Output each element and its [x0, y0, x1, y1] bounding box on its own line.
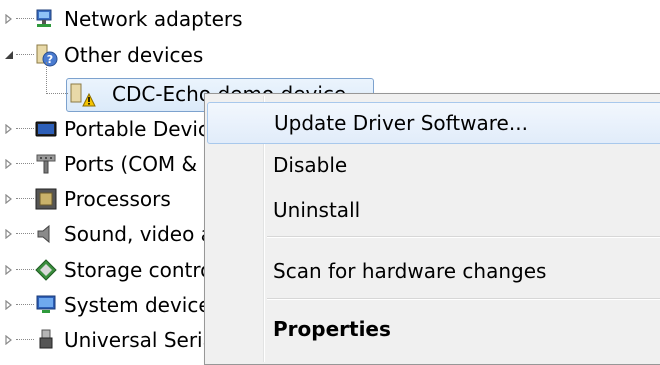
menu-item-scan-for-hardware-changes[interactable]: Scan for hardware changes: [207, 250, 660, 292]
tree-connector: [16, 18, 34, 20]
collapse-arrow-icon[interactable]: [4, 50, 14, 60]
tree-item-network-adapters[interactable]: Network adapters: [0, 2, 660, 36]
tree-item-label: System devices: [64, 293, 222, 317]
expand-arrow-icon[interactable]: [4, 124, 14, 134]
tree-connector: [16, 128, 34, 130]
menu-item-label: Properties: [273, 317, 391, 341]
menu-item-disable[interactable]: Disable: [207, 144, 660, 186]
menu-item-label: Disable: [273, 153, 348, 177]
expand-arrow-icon[interactable]: [4, 229, 14, 239]
expand-arrow-icon[interactable]: [4, 335, 14, 345]
tree-connector: [16, 198, 34, 200]
usb-icon: [34, 328, 58, 352]
tree-connector: [16, 54, 34, 56]
expand-arrow-icon[interactable]: [4, 159, 14, 169]
menu-item-properties[interactable]: Properties: [207, 308, 660, 350]
tree-connector: [16, 304, 34, 306]
tree-connector: [16, 163, 34, 165]
tree-connector: [16, 269, 34, 271]
system-device-icon: [34, 293, 58, 317]
expand-arrow-icon[interactable]: [4, 265, 14, 275]
expand-arrow-icon[interactable]: [4, 14, 14, 24]
menu-item-label: Scan for hardware changes: [273, 259, 547, 283]
menu-item-label: Update Driver Software...: [274, 111, 528, 135]
tree-item-other-devices[interactable]: ? Other devices: [0, 38, 660, 72]
network-adapter-icon: [34, 7, 58, 31]
storage-icon: [34, 258, 58, 282]
speaker-icon: [34, 222, 58, 246]
processor-icon: [34, 187, 58, 211]
tree-connector: [16, 339, 34, 341]
expand-arrow-icon[interactable]: [4, 300, 14, 310]
portable-device-icon: [34, 117, 58, 141]
port-icon: [34, 152, 58, 176]
tree-connector: [16, 233, 34, 235]
menu-separator: [267, 236, 660, 238]
context-menu: Update Driver Software... Disable Uninst…: [204, 93, 660, 365]
menu-item-update-driver-software[interactable]: Update Driver Software...: [207, 102, 660, 144]
menu-item-label: Uninstall: [273, 198, 361, 222]
warning-device-icon: [68, 82, 96, 107]
tree-item-label: Processors: [64, 187, 171, 211]
tree-item-label: Network adapters: [64, 7, 243, 31]
menu-item-uninstall[interactable]: Uninstall: [207, 189, 660, 231]
expand-arrow-icon[interactable]: [4, 194, 14, 204]
tree-item-label: Other devices: [64, 43, 204, 67]
menu-separator: [267, 298, 660, 300]
tree-connector: [46, 93, 68, 95]
